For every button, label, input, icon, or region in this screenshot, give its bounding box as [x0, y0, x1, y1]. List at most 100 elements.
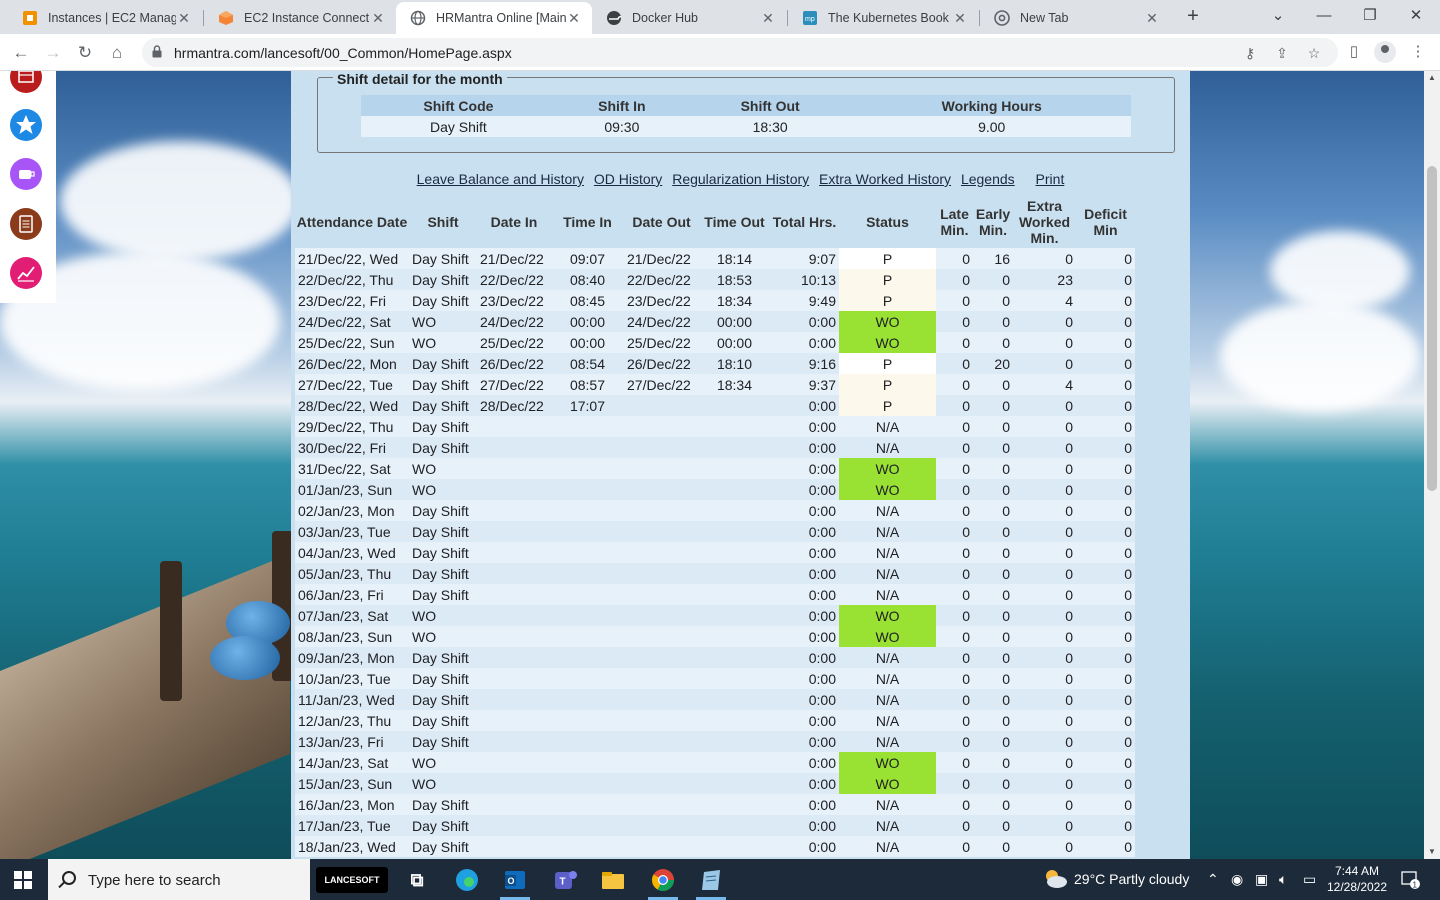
status-cell: N/A — [839, 563, 936, 584]
notepad-icon[interactable] — [696, 865, 726, 895]
scroll-down-arrow-icon[interactable]: ▼ — [1424, 845, 1440, 859]
forward-icon[interactable]: → — [40, 40, 66, 66]
tab-hrmantra[interactable]: HRMantra Online [Main ✕ — [396, 2, 592, 34]
total-hrs-cell: 0:00 — [770, 437, 839, 458]
weather-cloud-icon[interactable] — [1042, 867, 1068, 894]
attendance-date-cell: 08/Jan/23, Sun — [295, 626, 409, 647]
tab-search-chevron-icon[interactable]: ⌄ — [1266, 4, 1290, 28]
back-icon[interactable]: ← — [8, 40, 34, 66]
calendar-icon[interactable] — [10, 71, 42, 93]
system-clock[interactable]: 7:44 AM 12/28/2022 — [1322, 863, 1392, 895]
late-min-cell: 0 — [936, 374, 973, 395]
side-panel-icon[interactable]: ▯ — [1344, 42, 1364, 62]
address-bar[interactable]: hrmantra.com/lancesoft/00_Common/HomePag… — [142, 38, 1338, 67]
close-icon[interactable]: ✕ — [370, 10, 386, 27]
date-in-cell — [477, 521, 551, 542]
close-icon[interactable]: ✕ — [176, 10, 192, 27]
teams-icon[interactable]: T — [550, 865, 580, 895]
scrollbar-thumb[interactable] — [1427, 166, 1437, 491]
leave-balance-link[interactable]: Leave Balance and History — [417, 171, 584, 187]
document-list-icon[interactable] — [10, 208, 42, 240]
meet-now-icon[interactable]: ▣ — [1255, 871, 1268, 888]
svg-text:1: 1 — [1413, 881, 1418, 890]
restore-icon[interactable]: ❐ — [1358, 4, 1382, 28]
print-link[interactable]: Print — [1036, 171, 1065, 187]
header-date-in: Date In — [477, 196, 551, 248]
attendance-date-cell: 31/Dec/22, Sat — [295, 458, 409, 479]
tab-docker-hub[interactable]: Docker Hub ✕ — [592, 2, 786, 34]
minimize-icon[interactable]: — — [1312, 4, 1336, 28]
new-tab-icon[interactable]: + — [1182, 5, 1204, 27]
vertical-scrollbar[interactable]: ▲ ▼ — [1424, 71, 1440, 859]
file-explorer-icon[interactable] — [598, 865, 628, 895]
outlook-icon[interactable]: O — [500, 865, 530, 895]
tab-title: Docker Hub — [632, 11, 698, 25]
clock-time: 7:44 AM — [1334, 864, 1380, 878]
share-icon[interactable]: ⇪ — [1274, 45, 1290, 61]
favorites-star-icon[interactable] — [10, 109, 42, 141]
early-min-cell: 0 — [973, 752, 1013, 773]
time-out-cell — [699, 815, 770, 836]
close-icon[interactable]: ✕ — [566, 10, 582, 27]
window-close-icon[interactable]: ✕ — [1404, 4, 1428, 28]
url-text[interactable]: hrmantra.com/lancesoft/00_Common/HomePag… — [174, 45, 512, 61]
attendance-date-cell: 21/Dec/22, Wed — [295, 248, 409, 269]
network-icon[interactable]: ▭ — [1303, 871, 1316, 888]
deficit-min-cell: 0 — [1076, 395, 1135, 416]
extra-worked-history-link[interactable]: Extra Worked History — [819, 171, 951, 187]
weather-text[interactable]: 29°C Partly cloudy — [1074, 871, 1189, 887]
close-icon[interactable]: ✕ — [760, 10, 776, 27]
date-out-cell — [624, 500, 699, 521]
time-in-cell: 00:00 — [551, 311, 624, 332]
time-out-cell — [699, 647, 770, 668]
attendance-date-cell: 10/Jan/23, Tue — [295, 668, 409, 689]
close-icon[interactable]: ✕ — [1144, 10, 1160, 27]
early-min-cell: 0 — [973, 290, 1013, 311]
extra-worked-min-cell: 0 — [1013, 605, 1076, 626]
analytics-chart-icon[interactable] — [10, 257, 42, 289]
key-icon[interactable]: ⚷ — [1242, 45, 1258, 61]
total-hrs-cell: 0:00 — [770, 731, 839, 752]
lancesoft-app[interactable]: LANCESOFT — [316, 867, 388, 893]
chrome-taskbar-icon[interactable] — [648, 865, 678, 895]
taskbar-search-box[interactable]: Type here to search — [48, 859, 310, 900]
total-hrs-cell: 0:00 — [770, 605, 839, 626]
coffee-cup-icon[interactable] — [10, 158, 42, 190]
regularization-history-link[interactable]: Regularization History — [672, 171, 809, 187]
reload-icon[interactable]: ↻ — [72, 40, 98, 66]
volume-icon[interactable]: 🔈︎ — [1279, 871, 1287, 888]
location-icon[interactable]: ◉ — [1231, 871, 1243, 888]
tab-ec2-instances[interactable]: Instances | EC2 Manager ✕ — [8, 2, 202, 34]
tab-kubernetes-book[interactable]: mp The Kubernetes Book fo ✕ — [788, 2, 978, 34]
date-in-cell — [477, 815, 551, 836]
scroll-up-arrow-icon[interactable]: ▲ — [1424, 71, 1440, 85]
tab-new-tab[interactable]: New Tab ✕ — [980, 2, 1170, 34]
tab-ec2-instance-connect[interactable]: EC2 Instance Connect ✕ — [204, 2, 396, 34]
shift-header: Working Hours — [852, 95, 1131, 116]
notification-icon[interactable]: 1 — [1400, 869, 1420, 892]
extra-worked-min-cell: 0 — [1013, 584, 1076, 605]
edge-icon[interactable] — [452, 865, 482, 895]
legends-link[interactable]: Legends — [961, 171, 1015, 187]
total-hrs-cell: 9:37 — [770, 374, 839, 395]
home-icon[interactable]: ⌂ — [104, 40, 130, 66]
menu-kebab-icon[interactable]: ⋮ — [1408, 42, 1428, 62]
bookmark-star-icon[interactable]: ☆ — [1306, 45, 1322, 61]
late-min-cell: 0 — [936, 395, 973, 416]
early-min-cell: 0 — [973, 542, 1013, 563]
close-icon[interactable]: ✕ — [952, 10, 968, 27]
shift-header: Shift In — [555, 95, 688, 116]
status-cell: N/A — [839, 689, 936, 710]
late-min-cell: 0 — [936, 353, 973, 374]
attendance-row: 18/Jan/23, Wed Day Shift 0:00 N/A 0 0 0 0 — [295, 836, 1135, 857]
attendance-row: 10/Jan/23, Tue Day Shift 0:00 N/A 0 0 0 0 — [295, 668, 1135, 689]
time-in-cell — [551, 542, 624, 563]
chevron-up-icon[interactable]: ⌃ — [1207, 871, 1219, 888]
extra-worked-min-cell: 0 — [1013, 731, 1076, 752]
task-view-icon[interactable]: ⧉ — [402, 865, 432, 895]
od-history-link[interactable]: OD History — [594, 171, 662, 187]
deficit-min-cell: 0 — [1076, 479, 1135, 500]
profile-avatar[interactable] — [1374, 41, 1396, 63]
date-out-cell — [624, 773, 699, 794]
windows-start-icon[interactable] — [14, 871, 32, 889]
